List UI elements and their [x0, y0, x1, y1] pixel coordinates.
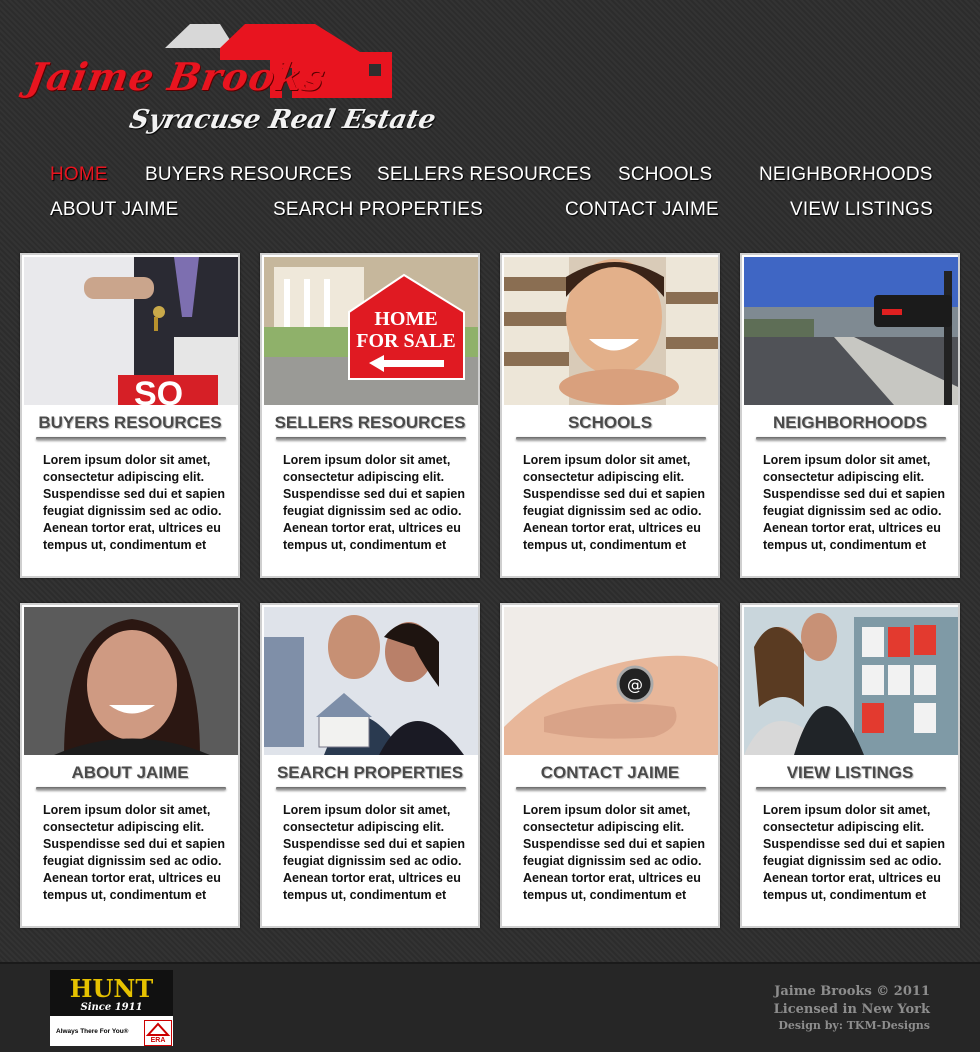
title-divider — [516, 437, 706, 440]
card-text: Lorem ipsum dolor sit amet, consectetur … — [763, 803, 946, 902]
card-text: Lorem ipsum dolor sit amet, consectetur … — [523, 453, 706, 552]
title-divider — [276, 437, 466, 440]
card-text: Lorem ipsum dolor sit amet, consectetur … — [283, 453, 466, 552]
title-divider — [276, 787, 466, 790]
nav-neighborhoods[interactable]: NEIGHBORHOODS — [759, 164, 933, 186]
hand-holding-keys-photo: SO — [24, 257, 238, 405]
nav-sellers-resources[interactable]: SELLERS RESOURCES — [377, 164, 592, 186]
title-divider — [516, 787, 706, 790]
site-logo[interactable]: Jaime Brooks Syracuse Real Estate — [20, 20, 438, 145]
nav-home[interactable]: HOME — [50, 164, 108, 186]
footer-credits: Jaime Brooks © 2011 Licensed in New York… — [774, 984, 930, 1032]
logo-name: Jaime Brooks — [24, 54, 330, 99]
card-title: NEIGHBORHOODS — [773, 413, 927, 432]
card-title: SELLERS RESOURCES — [274, 413, 466, 432]
card-search-properties[interactable]: SEARCH PROPERTIES Lorem ipsum dolor sit … — [260, 603, 480, 928]
title-divider — [756, 437, 946, 440]
card-text: Lorem ipsum dolor sit amet, consectetur … — [523, 803, 706, 902]
card-buyers-resources[interactable]: SO BUYERS RESOURCES Lorem ipsum dolor si… — [20, 253, 240, 578]
title-divider — [36, 437, 226, 440]
card-sellers-resources[interactable]: HOME FOR SALE SELLERS RESOURCES Lorem ip… — [260, 253, 480, 578]
card-text: Lorem ipsum dolor sit amet, consectetur … — [283, 803, 466, 902]
couple-house-model-photo — [264, 607, 478, 755]
smiling-child-books-photo — [504, 257, 718, 405]
hunt-brand: HUNT — [69, 974, 154, 1003]
svg-text:HOME: HOME — [374, 308, 437, 330]
card-contact-jaime[interactable]: @ CONTACT JAIME Lorem ipsum dolor sit am… — [500, 603, 720, 928]
nav-view-listings[interactable]: VIEW LISTINGS — [790, 199, 933, 221]
title-divider — [756, 787, 946, 790]
design-credit[interactable]: Design by: TKM-Designs — [774, 1019, 930, 1032]
agent-portrait-photo — [24, 607, 238, 755]
nav-schools[interactable]: SCHOOLS — [618, 164, 712, 186]
card-neighborhoods[interactable]: NEIGHBORHOODS Lorem ipsum dolor sit amet… — [740, 253, 960, 578]
card-title: ABOUT JAIME — [71, 763, 189, 782]
card-title: SCHOOLS — [567, 413, 653, 432]
card-view-listings[interactable]: VIEW LISTINGS Lorem ipsum dolor sit amet… — [740, 603, 960, 928]
svg-text:FOR SALE: FOR SALE — [356, 330, 455, 352]
couple-viewing-listings-photo — [744, 607, 958, 755]
card-text: Lorem ipsum dolor sit amet, consectetur … — [43, 803, 226, 902]
logo-tagline: Syracuse Real Estate — [126, 105, 439, 135]
svg-text:SO: SO — [134, 375, 183, 405]
mailbox-street-photo — [744, 257, 958, 405]
nav-about-jaime[interactable]: ABOUT JAIME — [50, 199, 179, 221]
hunt-since: Since 1911 — [80, 1002, 143, 1013]
card-about-jaime[interactable]: ABOUT JAIME Lorem ipsum dolor sit amet, … — [20, 603, 240, 928]
card-title: SEARCH PROPERTIES — [276, 763, 464, 782]
home-for-sale-sign-photo: HOME FOR SALE — [264, 257, 478, 405]
nav-contact-jaime[interactable]: CONTACT JAIME — [565, 199, 719, 221]
hunt-slogan: Always There For You® — [56, 1028, 129, 1035]
card-title: CONTACT JAIME — [540, 763, 680, 782]
svg-text:@: @ — [627, 675, 643, 694]
card-title: BUYERS RESOURCES — [38, 413, 222, 432]
card-title: VIEW LISTINGS — [786, 763, 914, 782]
era-label: ERA — [150, 1037, 166, 1044]
copyright-text: Jaime Brooks © 2011 — [774, 984, 930, 999]
nav-search-properties[interactable]: SEARCH PROPERTIES — [273, 199, 483, 221]
license-text: Licensed in New York — [773, 1002, 930, 1017]
hunt-era-logo[interactable]: HUNT Since 1911 Always There For You® ER… — [50, 970, 173, 1046]
era-house-icon: ERA — [144, 1020, 172, 1046]
hand-email-button-photo: @ — [504, 607, 718, 755]
card-schools[interactable]: SCHOOLS Lorem ipsum dolor sit amet, cons… — [500, 253, 720, 578]
nav-buyers-resources[interactable]: BUYERS RESOURCES — [145, 164, 352, 186]
title-divider — [36, 787, 226, 790]
card-text: Lorem ipsum dolor sit amet, consectetur … — [763, 453, 946, 552]
card-text: Lorem ipsum dolor sit amet, consectetur … — [43, 453, 226, 552]
